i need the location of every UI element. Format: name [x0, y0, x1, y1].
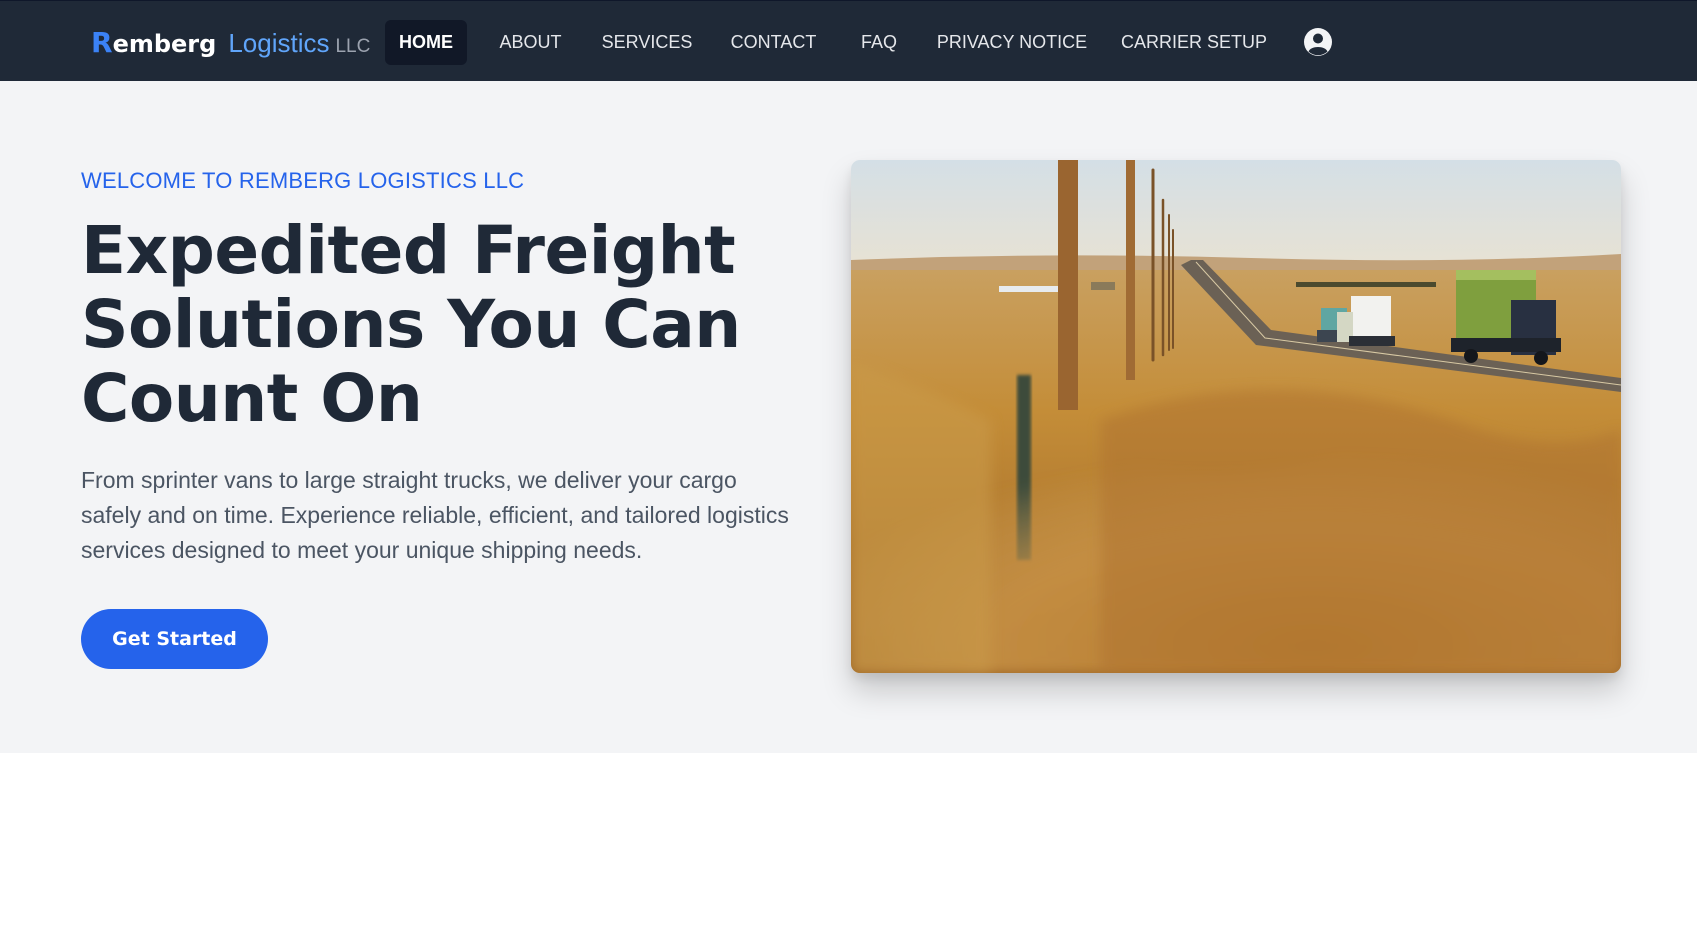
brand-logistics: Logistics [228, 28, 330, 58]
brand-logo[interactable]: Remberg Logistics LLC [91, 26, 370, 60]
nav-carrier-setup[interactable]: CARRIER SETUP [1121, 20, 1267, 65]
nav-services[interactable]: SERVICES [597, 20, 697, 65]
headline-line-3: Count On [81, 360, 423, 437]
brand-initial: R [91, 26, 113, 59]
hero-headline: Expedited Freight Solutions You Can Coun… [81, 214, 801, 436]
headline-line-1: Expedited Freight [81, 212, 736, 289]
user-circle-icon[interactable] [1303, 27, 1333, 57]
nav-home[interactable]: HOME [385, 20, 467, 65]
trucks-on-prairie-illustration [851, 160, 1621, 673]
hero-image [851, 160, 1621, 673]
brand-name: emberg [112, 30, 217, 58]
nav-contact[interactable]: CONTACT [725, 20, 822, 65]
nav-faq[interactable]: FAQ [852, 20, 906, 65]
top-navbar: Remberg Logistics LLC HOME ABOUT SERVICES … [0, 0, 1697, 81]
get-started-button[interactable]: Get Started [81, 609, 268, 669]
hero-description: From sprinter vans to large straight tru… [81, 467, 789, 563]
hero-section: WELCOME TO REMBERG LOGISTICS LLC Expedit… [0, 81, 1697, 753]
nav-privacy-notice[interactable]: PRIVACY NOTICE [934, 20, 1090, 65]
nav-about[interactable]: ABOUT [491, 20, 570, 65]
brand-llc: LLC [335, 36, 371, 57]
hero-eyebrow: WELCOME TO REMBERG LOGISTICS LLC [81, 168, 525, 193]
headline-line-2: Solutions You Can [81, 286, 741, 363]
